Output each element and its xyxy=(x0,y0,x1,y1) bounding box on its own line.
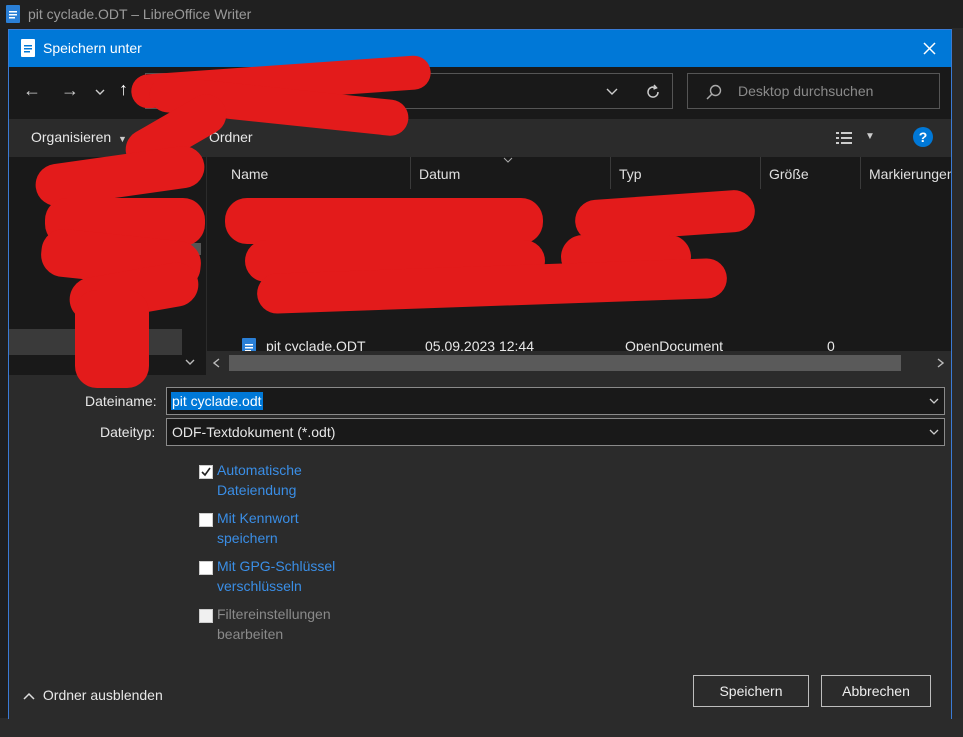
hide-folders-label: Ordner ausblenden xyxy=(42,687,163,703)
gpg-encrypt-label[interactable]: Mit GPG-Schlüssel verschlüsseln xyxy=(217,556,335,596)
option-label-line: Mit Kennwort xyxy=(217,510,299,526)
option-label-line: Mit GPG-Schlüssel xyxy=(217,558,336,574)
filter-settings-checkbox xyxy=(199,609,213,623)
auto-extension-checkbox[interactable] xyxy=(199,465,213,479)
chevron-up-icon xyxy=(23,693,35,700)
writer-background-edge xyxy=(952,28,963,737)
checkmark-icon xyxy=(201,467,211,477)
gpg-encrypt-checkbox[interactable] xyxy=(199,561,213,575)
password-checkbox[interactable] xyxy=(199,513,213,527)
writer-window-title: pit cyclade.ODT – LibreOffice Writer xyxy=(28,6,252,22)
writer-background-bottom xyxy=(0,718,963,737)
option-label-line: Filtereinstellungen xyxy=(217,606,331,622)
auto-extension-label[interactable]: Automatische Dateiendung xyxy=(217,460,302,500)
option-label-line: Dateiendung xyxy=(217,482,297,498)
redaction-scribble xyxy=(9,30,951,450)
save-as-dialog: Speichern unter ← → ↑ Desktop durchsuche… xyxy=(8,29,952,719)
hide-folders-toggle[interactable]: Ordner ausblenden xyxy=(23,687,163,703)
option-label-line: Automatische xyxy=(217,462,302,478)
password-label[interactable]: Mit Kennwort speichern xyxy=(217,508,299,548)
writer-document-icon xyxy=(6,5,20,23)
option-label-line: verschlüsseln xyxy=(217,578,302,594)
writer-titlebar: pit cyclade.ODT – LibreOffice Writer xyxy=(0,0,963,28)
save-button[interactable]: Speichern xyxy=(693,675,809,707)
cancel-button[interactable]: Abbrechen xyxy=(821,675,931,707)
option-label-line: speichern xyxy=(217,530,278,546)
filter-settings-label: Filtereinstellungen bearbeiten xyxy=(217,604,331,644)
option-label-line: bearbeiten xyxy=(217,626,284,642)
